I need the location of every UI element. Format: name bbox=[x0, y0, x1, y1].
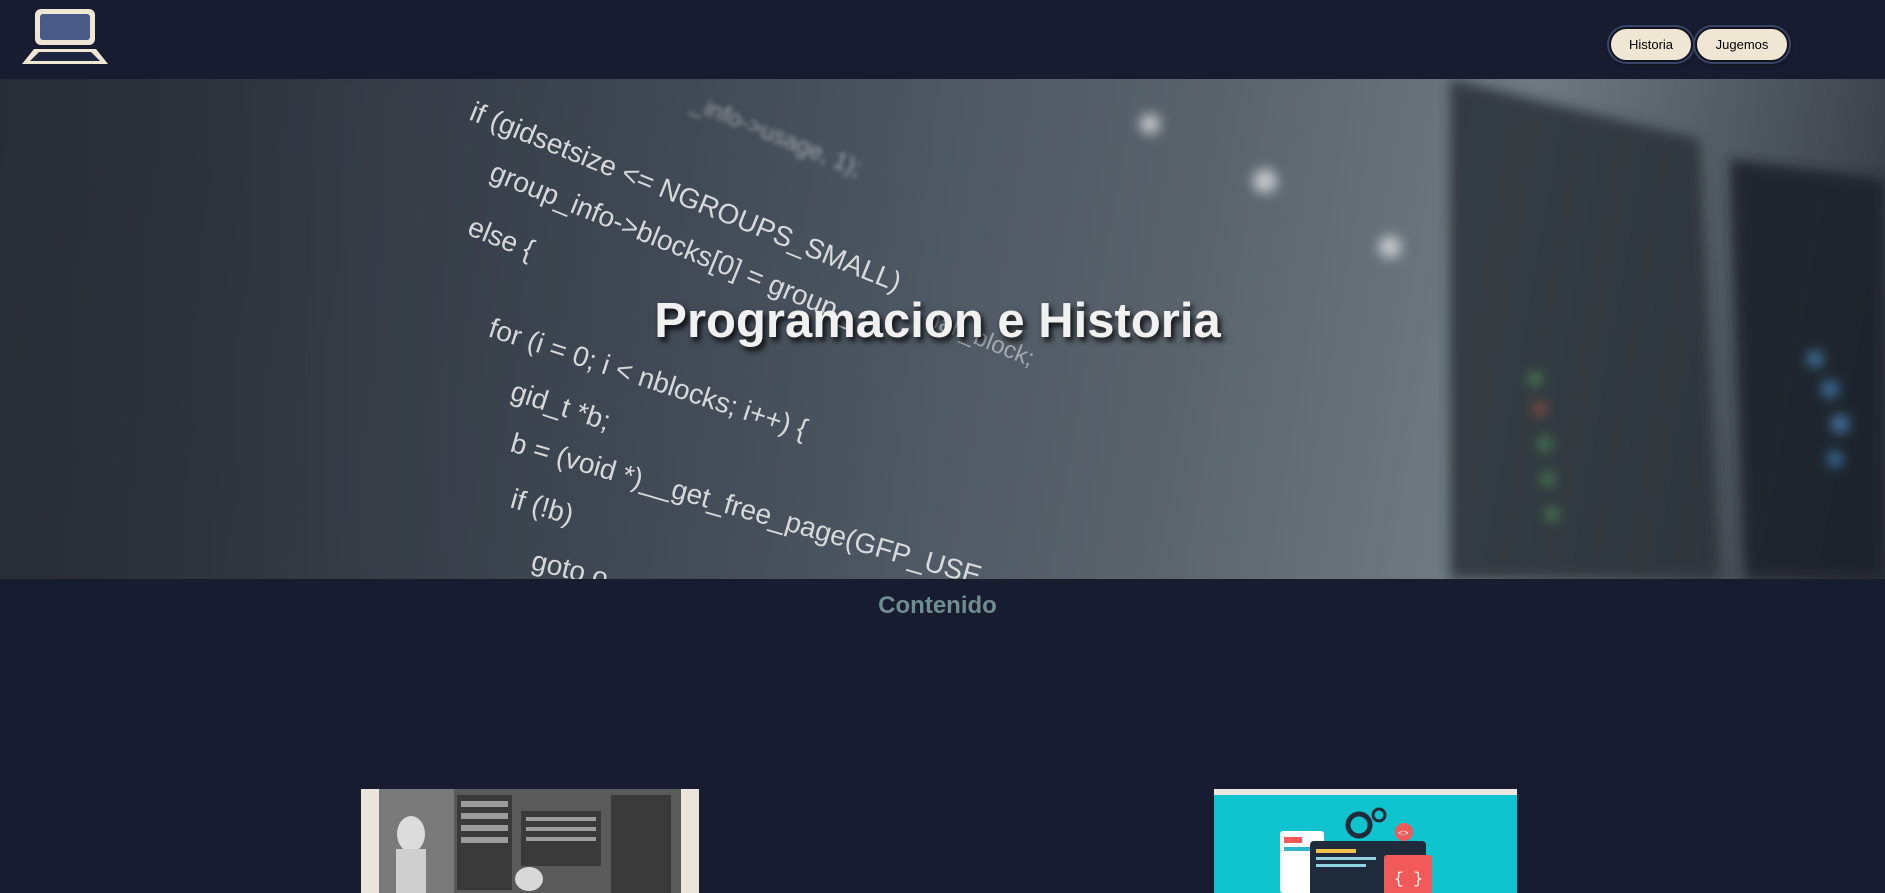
laptop-icon[interactable] bbox=[22, 7, 110, 67]
svg-text:{ }: { } bbox=[1394, 870, 1423, 888]
section-title: Contenido bbox=[878, 592, 997, 619]
svg-text:<>: <> bbox=[1398, 828, 1409, 838]
hero-banner: _info->usage, 1); if (gidsetsize <= NGRO… bbox=[0, 79, 1885, 579]
programming-illustration: <> { } bbox=[1214, 789, 1517, 893]
header: Historia Jugemos bbox=[0, 0, 1885, 79]
hero-title: Programacion e Historia bbox=[654, 294, 1221, 348]
vintage-computer-photo bbox=[361, 789, 699, 893]
nav-jugemos-button[interactable]: Jugemos bbox=[1695, 27, 1789, 62]
main-nav: Historia Jugemos bbox=[1609, 27, 1789, 62]
nav-historia-button[interactable]: Historia bbox=[1609, 27, 1693, 62]
